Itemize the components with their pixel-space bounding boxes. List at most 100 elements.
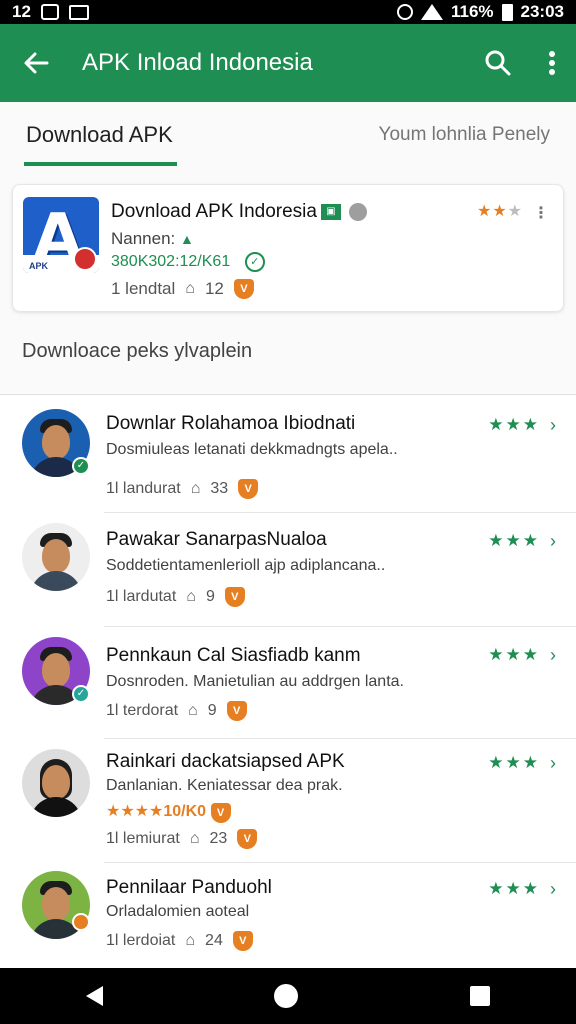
app-bar: APK Inload Indonesia: [0, 24, 576, 102]
item-title: Pawakar SanarpasNualoa: [106, 529, 327, 550]
verified-badge-icon: ▣: [320, 203, 341, 220]
item-title: Rainkari dackatsiapsed APK: [106, 751, 345, 772]
shield-icon: V: [224, 587, 245, 607]
nav-home-icon[interactable]: [274, 984, 299, 1008]
home-icon: ⌂: [189, 830, 200, 847]
featured-rating-filled: ★★: [476, 203, 508, 220]
item-stats-label: 1l lerdoiat: [106, 932, 176, 949]
item-stats-count: 9: [205, 588, 215, 605]
shield-icon: V: [232, 931, 253, 951]
logo-badge-icon: [73, 247, 97, 271]
alarm-icon: [396, 4, 413, 20]
nav-back-icon[interactable]: [85, 986, 103, 1006]
verified-check-icon: ✓: [72, 685, 90, 703]
item-description: Dosnroden. Manietulian au addrgen lanta.: [106, 673, 404, 690]
notification-icon: [40, 4, 59, 20]
item-rating: ★★★: [488, 531, 540, 550]
tab-download-apk-label: Download APK: [26, 122, 173, 147]
list-item[interactable]: ✓ Downlar Rolahamoa Ibiodnati Dosmiuleas…: [0, 395, 576, 513]
shield-icon: V: [210, 803, 231, 823]
list-item[interactable]: ✓ Pennkaun Cal Siasfiadb kanm Dosnroden.…: [0, 627, 576, 739]
tab-secondary-label: Youm lohnlia Penely: [378, 124, 550, 145]
featured-stats-count: 12: [204, 279, 224, 298]
home-icon: ⌂: [185, 280, 195, 297]
list-item[interactable]: Pennilaar Panduohl Orladalomien aoteal 1…: [0, 863, 576, 969]
app-logo: A APK: [23, 197, 99, 273]
item-rating-text: ★★★★10/K0: [106, 803, 207, 820]
item-stats-label: 1l landurat: [106, 480, 181, 497]
shield-icon: V: [233, 279, 254, 299]
list-item[interactable]: Pawakar SanarpasNualoa Soddetientamenler…: [0, 513, 576, 627]
item-stats-label: 1l lemiurat: [106, 830, 180, 847]
featured-more-button[interactable]: ⋮: [533, 203, 549, 223]
chevron-right-icon[interactable]: ›: [550, 879, 556, 900]
item-description: Soddetientamenlerioll ajp adiplancana..: [106, 557, 386, 574]
app-list: ✓ Downlar Rolahamoa Ibiodnati Dosmiuleas…: [0, 394, 576, 968]
item-description: Orladalomien aoteal: [106, 903, 250, 920]
tab-active-indicator: [24, 162, 177, 166]
chevron-right-icon[interactable]: ›: [550, 753, 556, 774]
shield-icon: V: [238, 479, 259, 499]
item-description-line: Danlanian. Keniatessar dea prak.: [106, 777, 343, 794]
status-time-left: 12: [12, 2, 31, 21]
item-stats: 1l lardutat ⌂ 9 V: [106, 587, 245, 607]
search-button[interactable]: [468, 24, 528, 102]
verified-check-icon: ✓: [72, 457, 90, 475]
featured-subtitle: Nannen:: [111, 229, 176, 248]
more-options-button[interactable]: [528, 24, 576, 102]
featured-stats: 1 lendtal ⌂ 12 V: [111, 279, 254, 299]
battery-icon: [501, 3, 513, 21]
tree-icon: ▲: [180, 231, 194, 247]
featured-app-card[interactable]: A APK Dovnload APK Indoresia ▣ Nannen: ▲ …: [12, 184, 564, 312]
avatar: [22, 749, 90, 817]
item-stats: 1l lerdoiat ⌂ 24 V: [106, 931, 253, 951]
shield-icon: V: [237, 829, 258, 849]
featured-title: Dovnload APK Indoresia: [111, 201, 317, 222]
app-title: APK Inload Indonesia: [82, 49, 313, 76]
item-title: Downlar Rolahamoa Ibiodnati: [106, 413, 356, 434]
home-icon: ⌂: [186, 588, 196, 605]
item-stats: 1l terdorat ⌂ 9 V: [106, 701, 247, 721]
badge-icon: [72, 913, 90, 931]
shield-icon: V: [226, 701, 247, 721]
item-title: Pennilaar Panduohl: [106, 877, 272, 898]
back-button[interactable]: [0, 24, 72, 102]
featured-title-row: Dovnload APK Indoresia ▣: [111, 201, 367, 223]
item-stats-count: 24: [205, 932, 223, 949]
battery-percent: 116%: [450, 2, 494, 21]
featured-meta-row: 380K302:12/K61 ✓: [111, 252, 265, 272]
more-vert-icon: [549, 51, 555, 75]
back-arrow-icon: [24, 52, 49, 74]
item-rating: ★★★: [488, 753, 540, 772]
status-bar: 12 116% 23:03: [0, 0, 576, 24]
check-icon: ✓: [244, 252, 265, 272]
item-stats: 1l lemiurat ⌂ 23 V: [106, 829, 258, 849]
logo-text: APK: [29, 261, 49, 271]
nav-recents-icon[interactable]: [470, 986, 491, 1006]
item-title: Pennkaun Cal Siasfiadb kanm: [106, 645, 361, 666]
gear-icon: [348, 202, 367, 221]
home-icon: ⌂: [190, 480, 201, 497]
tab-bar: Download APK Youm lohnlia Penely: [0, 102, 576, 168]
item-rating: ★★★: [488, 645, 540, 664]
item-stats-count: 23: [209, 830, 228, 847]
system-nav-bar: [0, 968, 576, 1024]
app-screen: 12 116% 23:03 APK Inload Indonesia Downl…: [0, 0, 576, 1024]
wifi-icon: [420, 4, 443, 20]
status-clock: 23:03: [520, 2, 564, 21]
tab-secondary[interactable]: Youm lohnlia Penely: [379, 102, 550, 168]
home-icon: ⌂: [188, 702, 198, 719]
item-description: ★★★★10/K0 V: [106, 801, 231, 823]
chevron-right-icon[interactable]: ›: [550, 645, 556, 666]
featured-rating-empty: ★: [507, 203, 523, 220]
item-rating: ★★★: [488, 879, 540, 898]
item-stats-label: 1l terdorat: [106, 702, 179, 719]
tab-download-apk[interactable]: Download APK: [24, 102, 177, 168]
featured-stats-label: 1 lendtal: [111, 279, 176, 298]
item-stats-count: 33: [210, 480, 229, 497]
featured-subtitle-row: Nannen: ▲: [111, 229, 194, 249]
chevron-right-icon[interactable]: ›: [550, 415, 556, 436]
photo-notification-icon: [68, 4, 89, 20]
list-item[interactable]: Rainkari dackatsiapsed APK Danlanian. Ke…: [0, 739, 576, 863]
chevron-right-icon[interactable]: ›: [550, 531, 556, 552]
